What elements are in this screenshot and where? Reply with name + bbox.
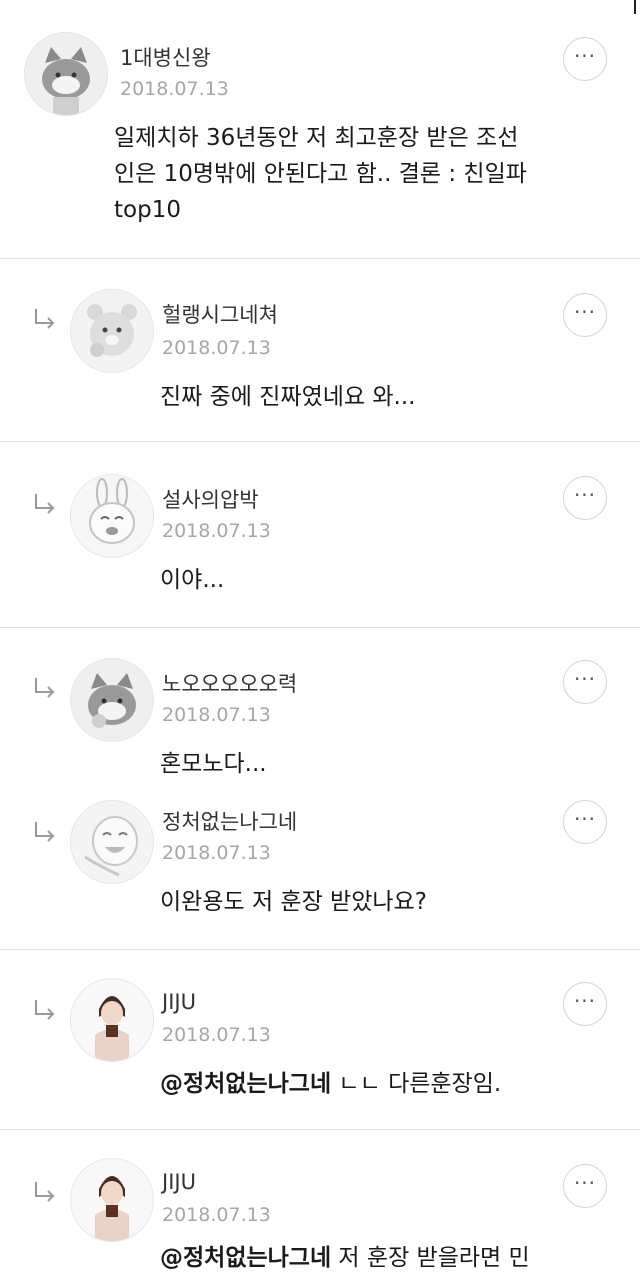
more-options-button[interactable]: ··· [563, 982, 607, 1026]
comment-body: 일제치하 36년동안 저 최고훈장 받은 조선 인은 10명밖에 안된다고 함.… [114, 125, 527, 223]
comment-body: @정처없는나그네 ㄴㄴ 다른훈장임. [160, 1066, 620, 1102]
comment-date: 2018.07.13 [162, 520, 271, 542]
reply-arrow-icon [35, 1182, 55, 1202]
reply-arrow-icon [35, 494, 55, 514]
person-avatar-icon[interactable] [70, 1158, 154, 1242]
comment-date: 2018.07.13 [162, 1204, 271, 1226]
comment-date: 2018.07.13 [120, 78, 229, 100]
more-options-button[interactable]: ··· [563, 476, 607, 520]
comment-author[interactable]: 1대병신왕 [120, 42, 211, 72]
rabbit-avatar-icon[interactable] [70, 474, 154, 558]
user-mention[interactable]: @정처없는나그네 [160, 1245, 331, 1271]
more-options-button[interactable]: ··· [563, 1164, 607, 1208]
comment-body: 이완용도 저 훈장 받았나요? [160, 889, 427, 915]
comment-author[interactable]: 헐랭시그네쳐 [162, 299, 278, 329]
reply-arrow-icon [35, 822, 55, 842]
reply-item: JIJU 2018.07.13 @정처없는나그네 ㄴㄴ 다른훈장임. ··· [0, 950, 640, 1128]
reply-item: 헐랭시그네쳐 2018.07.13 진짜 중에 진짜였네요 와... ··· [0, 259, 640, 441]
comment-author[interactable]: JIJU [162, 990, 196, 1014]
reply-arrow-icon [35, 1000, 55, 1020]
bear-avatar-icon[interactable] [70, 289, 154, 373]
comment-body: 혼모노다... [160, 751, 267, 777]
comment-author[interactable]: JIJU [162, 1170, 196, 1194]
comment-date: 2018.07.13 [162, 842, 271, 864]
reply-arrow-icon [35, 678, 55, 698]
comment-item: 1대병신왕 2018.07.13 일제치하 36년동안 저 최고훈장 받은 조선… [0, 0, 640, 258]
comment-text: 저 훈장 받을라면 민 [331, 1245, 530, 1271]
more-options-button[interactable]: ··· [563, 800, 607, 844]
comment-text: ㄴㄴ 다른훈장임. [331, 1071, 502, 1097]
cat-avatar-icon[interactable] [70, 658, 154, 742]
reply-arrow-icon [35, 309, 55, 329]
more-options-button[interactable]: ··· [563, 660, 607, 704]
comment-date: 2018.07.13 [162, 1024, 271, 1046]
comment-body: 진짜 중에 진짜였네요 와... [160, 384, 416, 410]
comment-date: 2018.07.13 [162, 704, 271, 726]
reply-item: 노오오오오오력 2018.07.13 혼모노다... ··· [0, 628, 640, 788]
reply-item: 설사의압박 2018.07.13 이야... ··· [0, 442, 640, 626]
reply-item: 정처없는나그네 2018.07.13 이완용도 저 훈장 받았나요? ··· [0, 788, 640, 949]
person-avatar-icon[interactable] [70, 978, 154, 1062]
cat-avatar-icon[interactable] [24, 32, 108, 116]
smiley-avatar-icon[interactable] [70, 800, 154, 884]
comment-author[interactable]: 정처없는나그네 [162, 806, 297, 836]
comment-body: @정처없는나그네 저 훈장 받을라면 민 [160, 1240, 630, 1276]
comment-author[interactable]: 노오오오오오력 [162, 668, 297, 698]
more-options-button[interactable]: ··· [563, 293, 607, 337]
user-mention[interactable]: @정처없는나그네 [160, 1071, 331, 1097]
reply-item: JIJU 2018.07.13 @정처없는나그네 저 훈장 받을라면 민 ··· [0, 1130, 640, 1280]
more-options-button[interactable]: ··· [563, 37, 607, 81]
comment-date: 2018.07.13 [162, 337, 271, 359]
comment-body: 이야... [160, 567, 225, 593]
comment-author[interactable]: 설사의압박 [162, 484, 259, 514]
